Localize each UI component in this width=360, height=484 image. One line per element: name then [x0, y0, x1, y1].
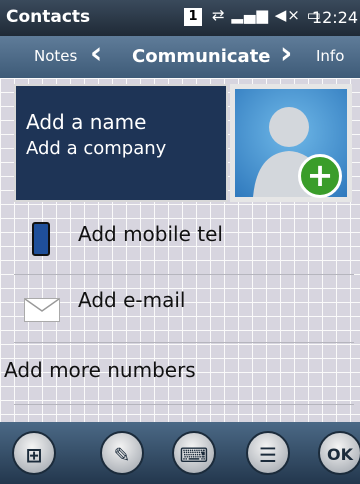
name-field[interactable]: Add a name	[26, 110, 146, 134]
add-photo-icon[interactable]: +	[298, 154, 342, 198]
windows-start-icon[interactable]: ⊞	[12, 431, 56, 475]
tab-info[interactable]: Info	[316, 47, 344, 65]
contact-form: Add a name Add a company + Add mobile te…	[0, 78, 360, 422]
divider	[14, 274, 354, 275]
add-more-numbers-row[interactable]: Add more numbers	[0, 358, 340, 398]
company-field[interactable]: Add a company	[26, 138, 166, 159]
tab-notes[interactable]: Notes	[34, 47, 77, 65]
divider	[14, 404, 354, 405]
volume-muted-icon: ◀×	[274, 6, 301, 24]
chevron-right-icon[interactable]: ›	[280, 38, 292, 70]
tab-communicate[interactable]: Communicate	[132, 46, 271, 67]
status-icons: ⇄ ▂▄▆ ◀× ▭	[212, 6, 322, 24]
keyboard-icon[interactable]: ⌨	[172, 431, 216, 475]
name-card[interactable]: Add a name Add a company	[14, 84, 228, 202]
mobile-field-row[interactable]: Add mobile tel	[14, 218, 354, 268]
tab-bar: Notes ‹ Communicate › Info	[0, 36, 360, 78]
email-field-row[interactable]: Add e-mail	[14, 286, 354, 326]
signal-icon: ▂▄▆	[231, 6, 269, 24]
email-field-label: Add e-mail	[78, 288, 186, 312]
contact-photo[interactable]: +	[230, 84, 352, 202]
notification-badge[interactable]: 1	[184, 8, 202, 26]
mobile-phone-icon	[32, 222, 50, 256]
edit-icon[interactable]: ✎	[100, 431, 144, 475]
divider	[14, 342, 354, 343]
clock: 12:24	[311, 8, 358, 27]
status-bar: Contacts 1 ⇄ ▂▄▆ ◀× ▭ 12:24	[0, 0, 360, 36]
envelope-icon	[24, 298, 60, 322]
soft-key-bar: ⊞ ✎ ⌨ ☰ OK	[0, 422, 360, 484]
mobile-field-label: Add mobile tel	[78, 222, 223, 246]
menu-icon[interactable]: ☰	[246, 431, 290, 475]
ok-button[interactable]: OK	[318, 431, 360, 475]
connectivity-icon: ⇄	[212, 6, 226, 24]
app-title: Contacts	[6, 7, 91, 27]
add-more-numbers-label: Add more numbers	[4, 358, 196, 382]
chevron-left-icon[interactable]: ‹	[90, 38, 102, 70]
